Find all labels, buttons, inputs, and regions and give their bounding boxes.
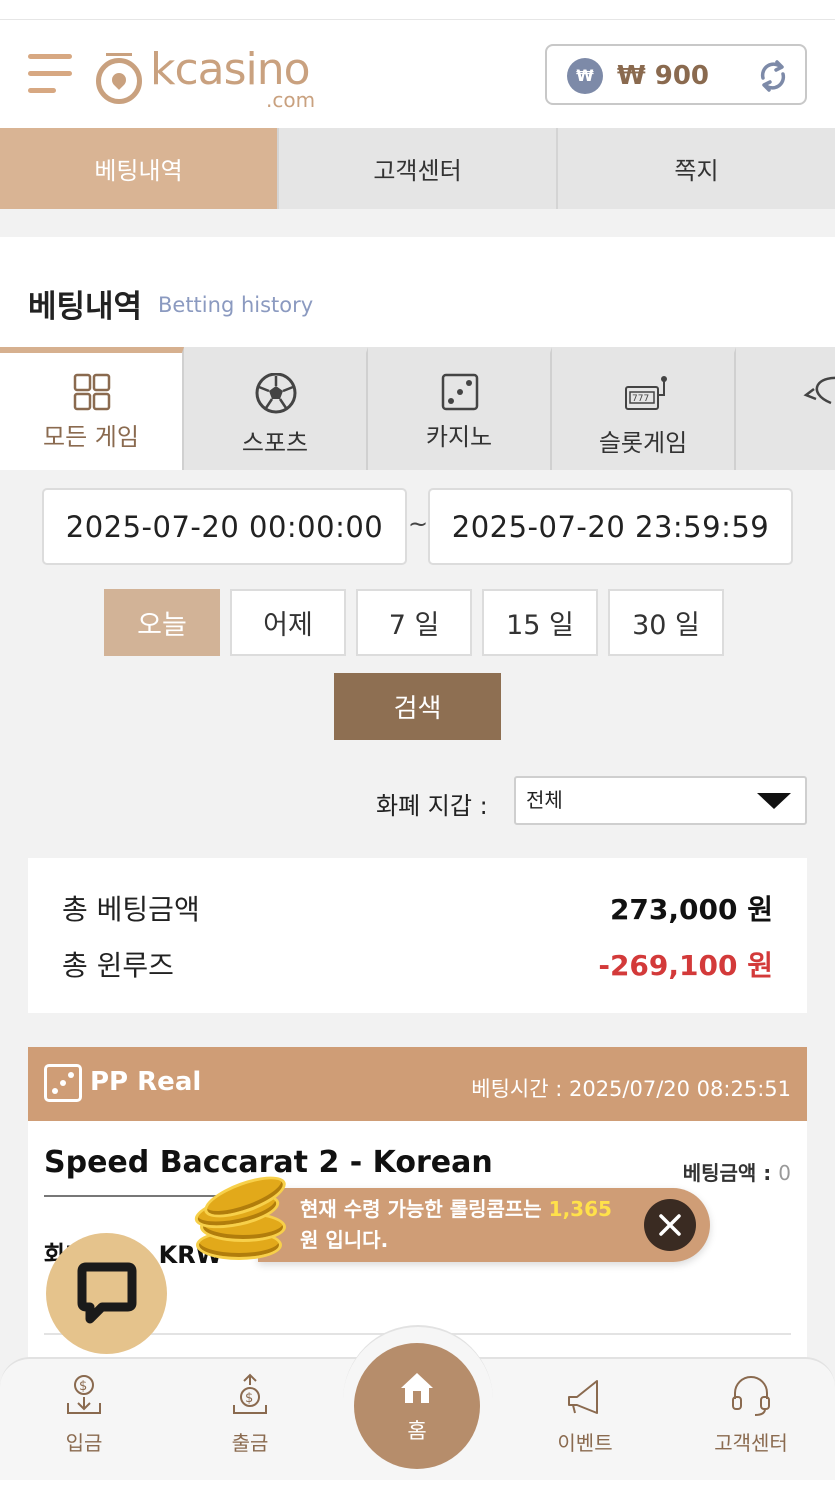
tab-all-games-label: 모든 게임 [43, 423, 139, 451]
nav-event-label: 이벤트 [557, 1431, 613, 1455]
nav-deposit-label: 입금 [65, 1431, 103, 1455]
bet-amount-label: 베팅금액 : [682, 1161, 772, 1185]
tab-sports-label: 스포츠 [241, 429, 309, 457]
search-button[interactable]: 검색 [334, 673, 501, 740]
toast-text-before: 현재 수령 가능한 롤링콤프는 [300, 1197, 542, 1221]
chat-icon [77, 1262, 137, 1324]
nav-customer-center[interactable]: 고객센터 [701, 1373, 801, 1456]
nav-customer-center-label: 고객센터 [714, 1431, 788, 1455]
headset-icon [732, 1376, 770, 1416]
total-bet-value: 273,000 원 [609, 893, 773, 926]
tab-slots-label: 슬롯게임 [598, 429, 688, 457]
start-date-input[interactable]: 2025-07-20 00:00:00 [42, 488, 407, 565]
close-icon[interactable] [644, 1199, 696, 1251]
end-date-input[interactable]: 2025-07-20 23:59:59 [428, 488, 793, 565]
toast-text-after: 원 입니다. [300, 1228, 389, 1252]
bet-summary: 총 베팅금액 273,000 원 총 윈루즈 -269,100 원 [28, 858, 807, 1013]
dropdown-arrow-icon [757, 793, 791, 809]
provider-name: PP Real [90, 1067, 202, 1097]
svg-text:777: 777 [632, 394, 649, 404]
top-nav: 베팅내역 고객센터 쪽지 [0, 128, 835, 209]
dice-icon [44, 1064, 82, 1102]
date-separator: ~ [408, 510, 429, 538]
soccer-ball-icon [255, 373, 297, 414]
poker-chip-icon [96, 58, 142, 104]
status-bar-spacer [0, 0, 835, 20]
gold-coins-icon [191, 1168, 292, 1270]
currency-wallet-label: 화폐 지갑 : [376, 792, 488, 820]
yesterday-button[interactable]: 어제 [230, 589, 346, 656]
tab-slots[interactable]: 777 슬롯게임 [552, 347, 736, 470]
toast-message: 현재 수령 가능한 롤링콤프는 1,365 원 입니다. [300, 1194, 630, 1256]
home-icon [401, 1373, 433, 1403]
total-winloss-value: -269,100 원 [598, 949, 773, 982]
logo-text: kcasino [150, 44, 311, 95]
tab-betting-history[interactable]: 베팅내역 [0, 128, 279, 209]
currency-wallet-select[interactable]: 전체 [514, 776, 807, 825]
30-days-button[interactable]: 30 일 [608, 589, 724, 656]
bet-time: 베팅시간 : 2025/07/20 08:25:51 [471, 1077, 791, 1101]
nav-home[interactable]: 홈 [354, 1343, 480, 1469]
app-header: kcasino .com ₩ ₩ 900 [0, 20, 835, 128]
today-button[interactable]: 오늘 [104, 589, 220, 656]
bet-card-header: PP Real 베팅시간 : 2025/07/20 08:25:51 [28, 1047, 807, 1121]
deposit-icon: $ [67, 1375, 101, 1414]
page-subtitle: Betting history [158, 293, 314, 317]
dice-icon [441, 373, 479, 411]
game-category-tabs: 모든 게임 스포츠 카지노 777 슬롯게임 [0, 347, 835, 470]
tab-casino-label: 카지노 [425, 423, 493, 451]
game-name: Speed Baccarat 2 - Korean [44, 1145, 493, 1180]
nav-event[interactable]: 이벤트 [535, 1373, 635, 1456]
tab-all-games[interactable]: 모든 게임 [0, 347, 184, 470]
grid-icon [73, 373, 111, 411]
nav-deposit[interactable]: $ 입금 [34, 1373, 134, 1456]
page-title: 베팅내역 [28, 289, 143, 325]
tab-fishing[interactable]: 낚시 [736, 347, 835, 470]
withdraw-icon: $ [233, 1373, 267, 1414]
chat-button[interactable] [46, 1233, 167, 1354]
rolling-comp-toast: 현재 수령 가능한 롤링콤프는 1,365 원 입니다. [258, 1188, 710, 1262]
nav-withdraw-label: 출금 [231, 1431, 269, 1455]
wallet-balance[interactable]: ₩ ₩ 900 [545, 44, 807, 105]
7-days-button[interactable]: 7 일 [356, 589, 472, 656]
tab-casino[interactable]: 카지노 [368, 347, 552, 470]
fish-icon [803, 376, 835, 405]
megaphone-icon [568, 1380, 598, 1414]
logo[interactable]: kcasino .com [96, 44, 336, 110]
svg-text:$: $ [79, 1379, 87, 1394]
refresh-icon[interactable] [755, 58, 791, 94]
page-title-box: 베팅내역 Betting history [0, 237, 835, 347]
toast-highlight-amount: 1,365 [548, 1197, 612, 1221]
currency-wallet-selected: 전체 [526, 788, 563, 812]
total-winloss-label: 총 윈루즈 [62, 949, 174, 982]
svg-text:$: $ [245, 1391, 253, 1406]
tab-sports[interactable]: 스포츠 [184, 347, 368, 470]
bet-amount: 베팅금액 : 0 [683, 1157, 791, 1186]
quick-range-buttons: 오늘 어제 7 일 15 일 30 일 [104, 589, 724, 656]
logo-sub: .com [266, 88, 316, 112]
nav-withdraw[interactable]: $ 출금 [200, 1373, 300, 1456]
tab-messages[interactable]: 쪽지 [558, 128, 835, 209]
won-icon: ₩ [567, 58, 603, 94]
menu-icon[interactable] [28, 54, 72, 96]
slot-machine-icon: 777 [625, 376, 667, 410]
bet-amount-value: 0 [778, 1161, 791, 1185]
15-days-button[interactable]: 15 일 [482, 589, 598, 656]
nav-home-label: 홈 [407, 1419, 427, 1443]
total-bet-label: 총 베팅금액 [62, 893, 200, 926]
tab-customer-center[interactable]: 고객센터 [279, 128, 558, 209]
crown-icon [106, 44, 132, 56]
wallet-amount: ₩ 900 [617, 61, 710, 91]
